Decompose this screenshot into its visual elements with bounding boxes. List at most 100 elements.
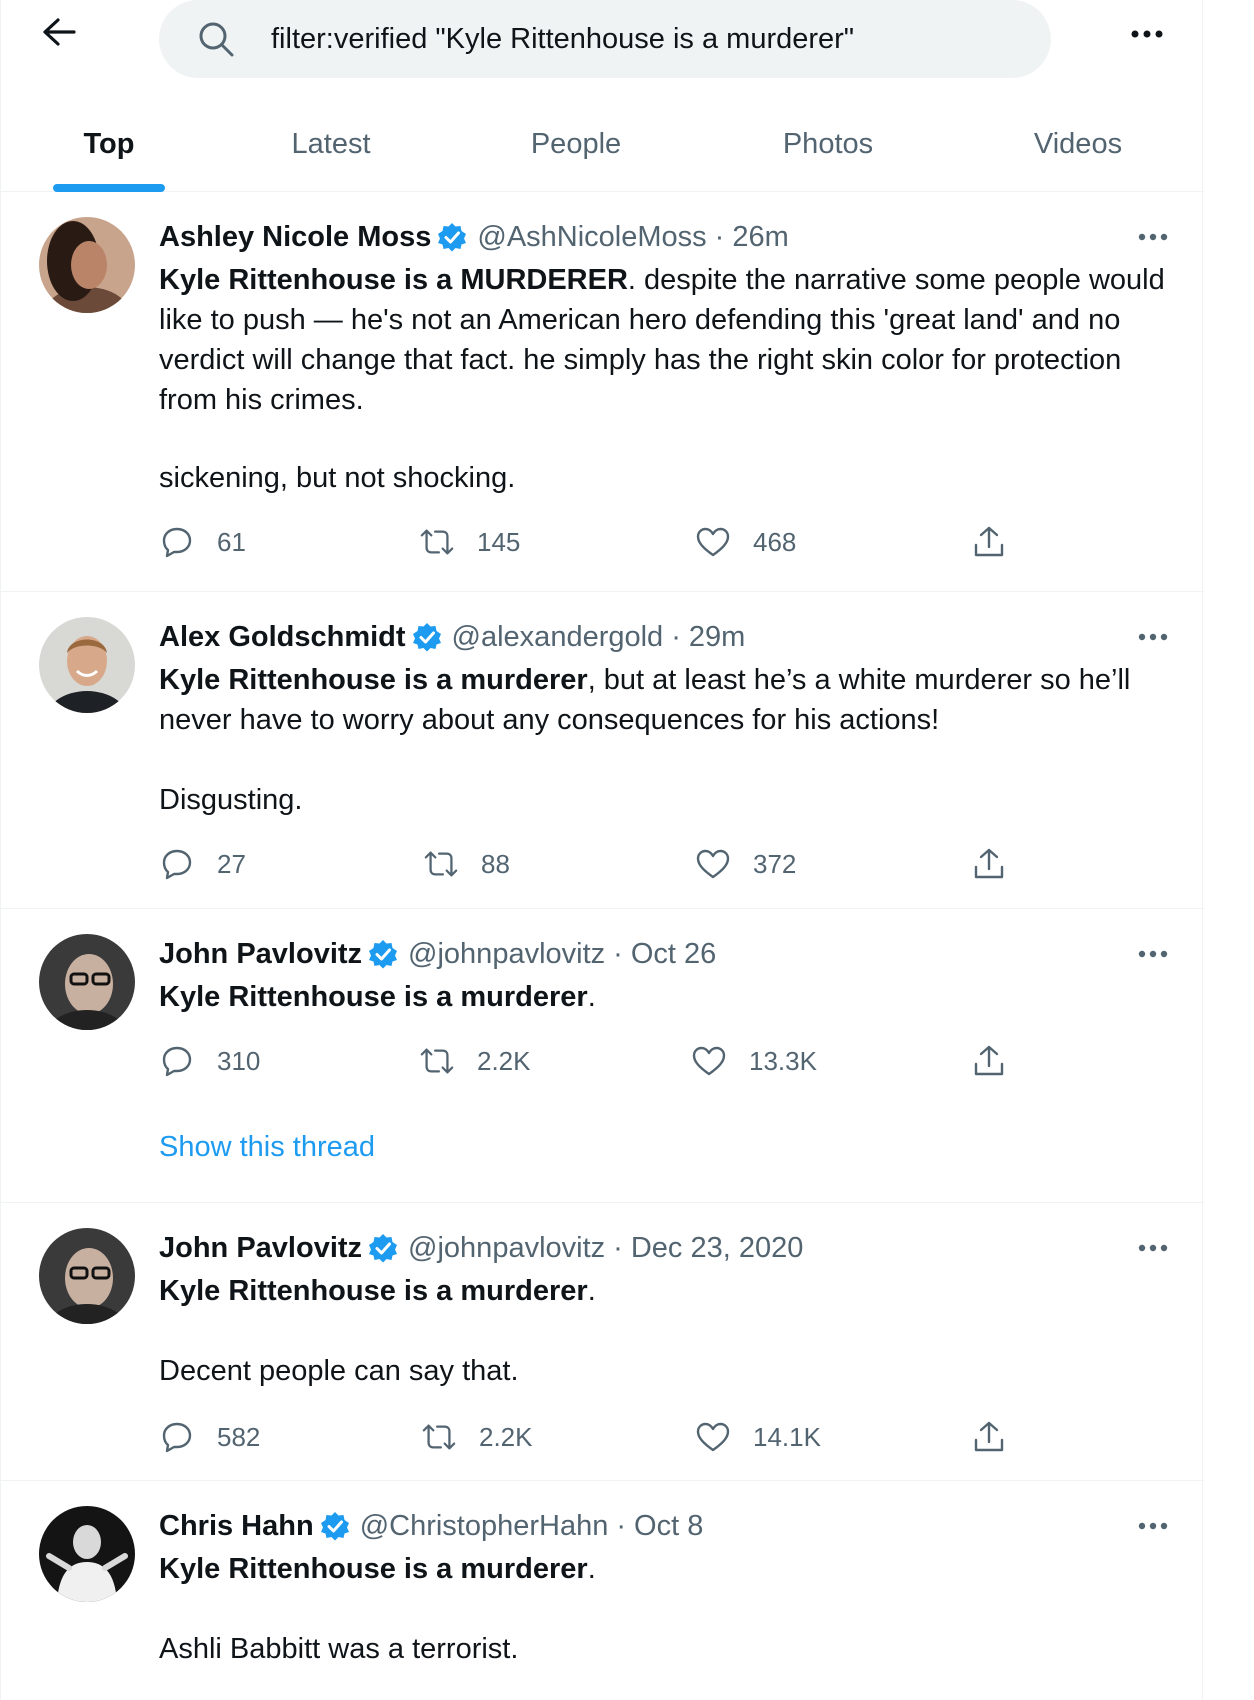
tweet-header: Chris Hahn @ChristopherHahn · Oct 8 [159, 1506, 703, 1546]
retweet-count: 145 [477, 526, 521, 557]
like-button[interactable]: 372 [695, 844, 796, 884]
author-handle[interactable]: @alexandergold [452, 621, 664, 654]
tab-people[interactable]: People [501, 96, 651, 192]
like-count: 14.1K [753, 1421, 821, 1452]
search-box[interactable] [159, 0, 1051, 78]
verified-badge-icon [320, 1511, 350, 1541]
author-handle[interactable]: @ChristopherHahn [360, 1510, 609, 1543]
like-count: 13.3K [749, 1045, 817, 1076]
tweet-text-rest: . [587, 1275, 596, 1307]
verified-badge-icon [368, 1233, 398, 1263]
back-button[interactable] [37, 14, 81, 54]
reply-button[interactable]: 27 [159, 844, 246, 884]
tweet[interactable]: Alex Goldschmidt @alexandergold · 29m Ky… [1, 592, 1204, 909]
more-options-button[interactable] [1125, 14, 1169, 54]
like-button[interactable]: 14.1K [695, 1417, 821, 1457]
tweet-text-extra: Decent people can say that. [159, 1355, 519, 1387]
like-button[interactable]: 13.3K [691, 1041, 817, 1081]
author-handle[interactable]: @johnpavlovitz [408, 938, 605, 971]
tweet-more-button[interactable] [1131, 934, 1175, 974]
tweet-more-button[interactable] [1131, 217, 1175, 257]
tweet-text-rest: . [587, 1553, 596, 1585]
author-name[interactable]: Chris Hahn [159, 1510, 314, 1543]
avatar[interactable] [39, 217, 135, 313]
heart-icon [695, 846, 731, 882]
share-button[interactable] [971, 1041, 1007, 1081]
share-icon [971, 846, 1007, 882]
tweet-header: John Pavlovitz @johnpavlovitz · Oct 26 [159, 934, 716, 974]
separator: · [714, 220, 725, 253]
tab-videos[interactable]: Videos [1003, 96, 1153, 192]
reply-button[interactable]: 582 [159, 1417, 260, 1457]
retweet-button[interactable]: 2.2K [421, 1417, 533, 1457]
avatar[interactable] [39, 617, 135, 713]
author-name[interactable]: John Pavlovitz [159, 1232, 362, 1265]
tweet-text: Kyle Rittenhouse is a murderer, but at l… [159, 660, 1169, 740]
tweet-text-bold: Kyle Rittenhouse is a murderer [159, 981, 588, 1013]
avatar[interactable] [39, 1506, 135, 1602]
retweet-count: 2.2K [477, 1045, 531, 1076]
show-thread-link[interactable]: Show this thread [159, 1131, 375, 1164]
share-button[interactable] [971, 1417, 1007, 1457]
search-input[interactable] [269, 21, 1033, 57]
retweet-button[interactable]: 2.2K [419, 1041, 531, 1081]
tweet-text-bold: Kyle Rittenhouse is a murderer [159, 664, 588, 696]
tweet-text: Kyle Rittenhouse is a murderer. [159, 1549, 1169, 1589]
tweet-more-button[interactable] [1131, 1228, 1175, 1268]
author-handle[interactable]: @johnpavlovitz [408, 1232, 605, 1265]
author-name[interactable]: Ashley Nicole Moss [159, 221, 431, 254]
tweet[interactable]: John Pavlovitz @johnpavlovitz · Oct 26 K… [1, 909, 1204, 1203]
author-name[interactable]: John Pavlovitz [159, 938, 362, 971]
search-tabs: Top Latest People Photos Videos [1, 96, 1204, 192]
verified-badge-icon [437, 222, 467, 252]
reply-button[interactable]: 61 [159, 522, 246, 562]
share-button[interactable] [971, 844, 1007, 884]
like-count: 468 [753, 526, 797, 557]
heart-icon [691, 1043, 727, 1079]
tweet-time[interactable]: Oct 8 [634, 1510, 703, 1543]
tweet[interactable]: John Pavlovitz @johnpavlovitz · Dec 23, … [1, 1203, 1204, 1481]
tweet-time[interactable]: 26m [732, 221, 788, 254]
author-handle[interactable]: @AshNicoleMoss [477, 221, 706, 254]
tweet-text-rest: . [587, 981, 596, 1013]
tweet-time[interactable]: Dec 23, 2020 [631, 1232, 804, 1265]
verified-badge-icon [368, 939, 398, 969]
tweet-time[interactable]: 29m [689, 621, 745, 654]
tweet-header: John Pavlovitz @johnpavlovitz · Dec 23, … [159, 1228, 803, 1268]
like-button[interactable]: 468 [695, 522, 796, 562]
tweet-time[interactable]: Oct 26 [631, 938, 716, 971]
tweet[interactable]: Chris Hahn @ChristopherHahn · Oct 8 Kyle… [1, 1481, 1204, 1700]
tab-photos[interactable]: Photos [753, 96, 903, 192]
tab-latest[interactable]: Latest [261, 96, 401, 192]
separator: · [616, 1509, 627, 1542]
tweet-text-extra: Disgusting. [159, 784, 303, 816]
heart-icon [695, 524, 731, 560]
retweet-count: 88 [481, 848, 510, 879]
tweet-more-button[interactable] [1131, 1506, 1175, 1546]
verified-badge-icon [412, 622, 442, 652]
more-horizontal-icon [1138, 228, 1168, 246]
avatar[interactable] [39, 1228, 135, 1324]
retweet-icon [419, 1043, 455, 1079]
avatar[interactable] [39, 934, 135, 1030]
tab-top[interactable]: Top [39, 96, 179, 192]
arrow-left-icon [42, 17, 76, 52]
reply-icon [159, 1043, 195, 1079]
retweet-icon [421, 1419, 457, 1455]
retweet-button[interactable]: 145 [419, 522, 520, 562]
tweet-text-bold: Kyle Rittenhouse is a murderer [159, 1275, 588, 1307]
tweet-more-button[interactable] [1131, 617, 1175, 657]
reply-button[interactable]: 310 [159, 1041, 260, 1081]
reply-count: 61 [217, 526, 246, 557]
retweet-button[interactable]: 88 [423, 844, 510, 884]
author-name[interactable]: Alex Goldschmidt [159, 621, 406, 654]
tweet-text-extra: sickening, but not shocking. [159, 462, 516, 494]
tweet[interactable]: Ashley Nicole Moss @AshNicoleMoss · 26m … [1, 192, 1204, 592]
reply-count: 582 [217, 1421, 261, 1452]
share-button[interactable] [971, 522, 1007, 562]
active-tab-indicator [53, 184, 165, 192]
retweet-icon [423, 846, 459, 882]
timeline-column: Top Latest People Photos Videos Ashley N… [0, 0, 1204, 1700]
more-horizontal-icon [1138, 628, 1168, 646]
tweet-text: Kyle Rittenhouse is a murderer. [159, 1271, 1169, 1311]
